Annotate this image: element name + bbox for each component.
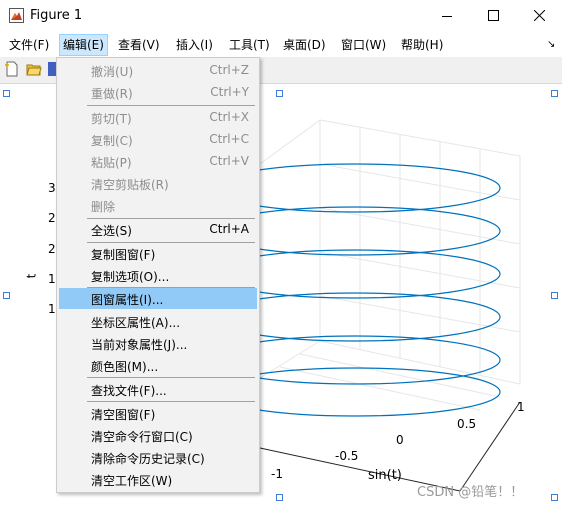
menu-item-clear-command-history[interactable]: 清除命令历史记录(C) bbox=[59, 447, 257, 468]
menu-item-label: 复制选项(O)... bbox=[91, 270, 170, 284]
menu-item-redo[interactable]: 重做(R) Ctrl+Y bbox=[59, 82, 257, 103]
menu-item-label: 撤消(U) bbox=[91, 65, 134, 79]
menu-item-shortcut: Ctrl+Z bbox=[209, 63, 249, 77]
z-tick-label: 2 bbox=[48, 242, 56, 256]
x-tick-label: 0.5 bbox=[457, 417, 477, 431]
menu-item-label: 重做(R) bbox=[91, 87, 133, 101]
menu-item-delete[interactable]: 删除 bbox=[59, 195, 257, 216]
close-button[interactable] bbox=[516, 0, 562, 31]
menu-item-label: 清除命令历史记录(C) bbox=[91, 452, 205, 466]
menu-window[interactable]: 窗口(W) bbox=[338, 35, 389, 55]
menu-insert[interactable]: 插入(I) bbox=[173, 35, 216, 55]
menu-separator bbox=[87, 105, 255, 106]
open-file-icon[interactable] bbox=[26, 61, 42, 77]
x-tick-label: -0.5 bbox=[335, 449, 359, 463]
menu-item-label: 全选(S) bbox=[91, 224, 132, 238]
menu-separator bbox=[87, 377, 255, 378]
menu-item-undo[interactable]: 撤消(U) Ctrl+Z bbox=[59, 60, 257, 81]
minimize-button[interactable] bbox=[424, 0, 470, 31]
menu-item-current-object-properties[interactable]: 当前对象属性(J)... bbox=[59, 333, 257, 354]
menu-file[interactable]: 文件(F) bbox=[6, 35, 52, 55]
menu-view[interactable]: 查看(V) bbox=[115, 35, 163, 55]
menu-item-label: 清空工作区(W) bbox=[91, 474, 173, 488]
menu-item-label: 坐标区属性(A)... bbox=[91, 316, 181, 330]
menu-item-label: 剪切(T) bbox=[91, 112, 132, 126]
new-figure-icon[interactable] bbox=[4, 61, 20, 77]
axes-grid bbox=[249, 119, 521, 411]
selection-handle[interactable] bbox=[551, 90, 558, 97]
menu-item-label: 颜色图(M)... bbox=[91, 360, 159, 374]
menu-item-label: 查找文件(F)... bbox=[91, 384, 167, 398]
menu-item-label: 删除 bbox=[91, 200, 116, 214]
edit-menu-dropdown: 撤消(U) Ctrl+Z 重做(R) Ctrl+Y 剪切(T) Ctrl+X 复… bbox=[56, 57, 260, 493]
selection-handle[interactable] bbox=[3, 90, 10, 97]
window-title: Figure 1 bbox=[30, 8, 83, 23]
menu-item-clear-figure[interactable]: 清空图窗(F) bbox=[59, 403, 257, 424]
menu-item-copy-options[interactable]: 复制选项(O)... bbox=[59, 265, 257, 286]
menu-item-axes-properties[interactable]: 坐标区属性(A)... bbox=[59, 311, 257, 332]
menu-item-clear-workspace[interactable]: 清空工作区(W) bbox=[59, 469, 257, 490]
menu-item-copy-figure[interactable]: 复制图窗(F) bbox=[59, 243, 257, 264]
watermark: CSDN @铅笔！！ bbox=[417, 485, 524, 500]
menu-item-label: 图窗属性(I)... bbox=[91, 293, 164, 307]
menu-tools[interactable]: 工具(T) bbox=[226, 35, 273, 55]
menu-item-clear-clipboard[interactable]: 清空剪贴板(R) bbox=[59, 173, 257, 194]
menu-bar: 文件(F) 编辑(E) 查看(V) 插入(I) 工具(T) 桌面(D) 窗口(W… bbox=[0, 31, 562, 57]
maximize-button[interactable] bbox=[470, 0, 516, 31]
title-bar: Figure 1 bbox=[0, 0, 562, 31]
menu-item-label: 清空剪贴板(R) bbox=[91, 178, 169, 192]
menu-item-cut[interactable]: 剪切(T) Ctrl+X bbox=[59, 107, 257, 128]
selection-handle[interactable] bbox=[276, 494, 283, 501]
menu-desktop[interactable]: 桌面(D) bbox=[280, 35, 329, 55]
menu-separator bbox=[87, 401, 255, 402]
minimize-icon bbox=[442, 15, 452, 17]
maximize-icon bbox=[487, 10, 499, 21]
menu-item-label: 复制图窗(F) bbox=[91, 248, 156, 262]
z-tick-label: 3 bbox=[48, 181, 56, 195]
menubar-overflow-icon[interactable]: ↘ bbox=[544, 35, 558, 55]
menu-item-find-files[interactable]: 查找文件(F)... bbox=[59, 379, 257, 400]
selection-handle[interactable] bbox=[551, 494, 558, 501]
menu-item-select-all[interactable]: 全选(S) Ctrl+A bbox=[59, 219, 257, 240]
menu-item-label: 粘贴(P) bbox=[91, 156, 132, 170]
menu-item-label: 复制(C) bbox=[91, 134, 133, 148]
menu-item-paste[interactable]: 粘贴(P) Ctrl+V bbox=[59, 151, 257, 172]
menu-item-label: 清空图窗(F) bbox=[91, 408, 156, 422]
menu-edit[interactable]: 编辑(E) bbox=[59, 34, 108, 56]
menu-item-label: 清空命令行窗口(C) bbox=[91, 430, 193, 444]
menu-help[interactable]: 帮助(H) bbox=[398, 35, 446, 55]
menu-item-shortcut: Ctrl+V bbox=[209, 154, 249, 168]
z-tick-label: 1 bbox=[48, 302, 56, 316]
menu-item-shortcut: Ctrl+C bbox=[209, 132, 249, 146]
menu-item-colormap[interactable]: 颜色图(M)... bbox=[59, 355, 257, 376]
matlab-figure-icon bbox=[9, 8, 24, 23]
menu-item-shortcut: Ctrl+A bbox=[209, 222, 249, 236]
menu-item-clear-command-window[interactable]: 清空命令行窗口(C) bbox=[59, 425, 257, 446]
x-axis-label: sin(t) bbox=[368, 468, 402, 483]
z-tick-label: 1 bbox=[48, 272, 56, 286]
menu-item-copy[interactable]: 复制(C) Ctrl+C bbox=[59, 129, 257, 150]
z-axis-label: t bbox=[24, 273, 39, 279]
menu-item-label: 当前对象属性(J)... bbox=[91, 338, 188, 352]
x-tick-label: 1 bbox=[517, 400, 525, 414]
selection-handle[interactable] bbox=[276, 90, 283, 97]
selection-handle[interactable] bbox=[551, 292, 558, 299]
menu-item-shortcut: Ctrl+X bbox=[209, 110, 249, 124]
x-tick-label: 0 bbox=[396, 433, 404, 447]
menu-item-shortcut: Ctrl+Y bbox=[210, 85, 249, 99]
y-tick-label: -1 bbox=[271, 467, 283, 481]
menu-item-figure-properties[interactable]: 图窗属性(I)... bbox=[59, 288, 257, 309]
selection-handle[interactable] bbox=[3, 292, 10, 299]
close-icon bbox=[533, 10, 545, 21]
z-tick-label: 2 bbox=[48, 211, 56, 225]
